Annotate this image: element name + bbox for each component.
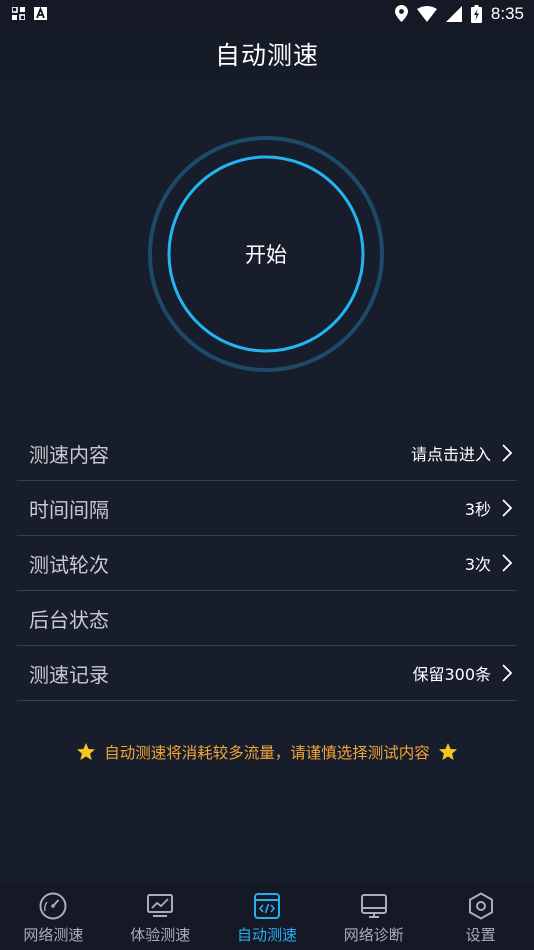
wifi-icon (416, 5, 437, 22)
setting-row-test-content[interactable]: 测速内容 请点击进入 (17, 426, 517, 481)
start-button-label: 开始 (245, 243, 287, 267)
notice-text: 自动测速将消耗较多流量，请谨慎选择测试内容 (104, 744, 430, 762)
tab-label: 网络诊断 (343, 926, 404, 944)
hexagon-settings-icon (468, 892, 493, 920)
status-bar: 8:35 (0, 0, 534, 27)
tab-network-diagnosis[interactable]: 网络诊断 (320, 883, 427, 950)
speedometer-icon (39, 892, 67, 920)
setting-value: 保留300条 (412, 665, 491, 684)
setting-label: 测速记录 (29, 662, 109, 687)
chevron-right-icon (502, 444, 513, 462)
location-icon (394, 5, 408, 22)
app-grid-icon (12, 7, 25, 20)
setting-value: 3次 (464, 555, 491, 574)
setting-row-interval[interactable]: 时间间隔 3秒 (17, 481, 517, 536)
signal-icon (445, 5, 462, 22)
start-button[interactable]: 开始 (168, 156, 364, 352)
page-title: 自动测速 (214, 41, 319, 70)
app-header: 自动测速 (0, 27, 534, 81)
setting-value: 请点击进入 (410, 445, 491, 464)
setting-label: 测速内容 (29, 442, 109, 467)
code-window-icon (253, 893, 280, 919)
tab-experience-speed[interactable]: 体验测速 (107, 883, 214, 950)
setting-label: 时间间隔 (29, 497, 109, 522)
setting-label: 测试轮次 (29, 552, 109, 577)
tab-label: 设置 (465, 926, 496, 944)
settings-list: 测速内容 请点击进入 时间间隔 3秒 测试轮次 3次 后台状态 测速记录 保留3… (17, 426, 517, 701)
star-icon (438, 743, 457, 760)
tab-network-speed[interactable]: 网络测速 (0, 883, 107, 950)
setting-value-group: 请点击进入 (411, 441, 517, 465)
notification-a-icon (34, 7, 47, 20)
setting-value: 3秒 (464, 500, 491, 519)
chevron-right-icon (502, 554, 513, 572)
tab-label: 网络测速 (23, 926, 84, 944)
data-usage-notice: 自动测速将消耗较多流量，请谨慎选择测试内容 (0, 738, 534, 766)
bottom-tab-bar: 网络测速 体验测速 自动测速 网络诊断 设置 (0, 883, 534, 950)
star-icon (77, 743, 96, 760)
setting-value-group: 3秒 (465, 496, 517, 520)
setting-value-group: 3次 (465, 551, 517, 575)
chevron-right-icon (502, 664, 513, 682)
setting-row-records[interactable]: 测速记录 保留300条 (17, 646, 517, 701)
clock-time: 8:35 (490, 3, 524, 23)
tab-settings[interactable]: 设置 (427, 883, 534, 950)
monitor-icon (360, 894, 387, 918)
setting-value-group: 保留300条 (412, 661, 517, 685)
chevron-right-icon (502, 499, 513, 517)
tab-label: 自动测速 (236, 926, 297, 944)
chart-monitor-icon (147, 894, 174, 917)
setting-label: 后台状态 (29, 607, 109, 632)
battery-icon (470, 4, 482, 23)
tab-auto-speed[interactable]: 自动测速 (214, 883, 321, 950)
setting-row-rounds[interactable]: 测试轮次 3次 (17, 536, 517, 591)
setting-row-background-status[interactable]: 后台状态 (17, 591, 517, 646)
tab-label: 体验测速 (130, 926, 191, 944)
